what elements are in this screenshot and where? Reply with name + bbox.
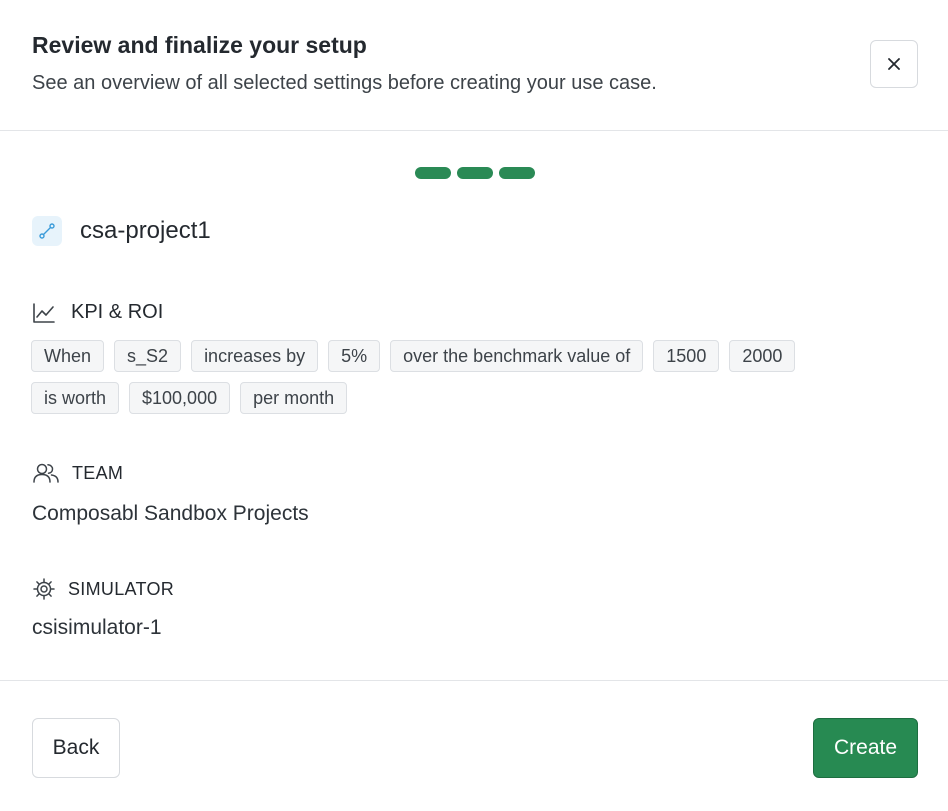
kpi-chip: When [31, 340, 105, 372]
kpi-chip: 5% [328, 340, 381, 372]
trend-chart-icon [33, 302, 55, 323]
dialog-subtitle: See an overview of all selected settings… [32, 72, 657, 94]
kpi-section-header: KPI & ROI [32, 301, 163, 324]
create-button[interactable]: Create [813, 718, 918, 778]
team-section-header: TEAM [32, 462, 123, 484]
kpi-chip-list: When s_S2 increases by 5% over the bench… [31, 340, 891, 414]
step-indicator [457, 167, 493, 179]
kpi-chip: s_S2 [114, 340, 182, 372]
dialog-footer: Back Create [0, 680, 948, 811]
kpi-chip: over the benchmark value of [390, 340, 644, 372]
simulator-value: csisimulator-1 [32, 616, 162, 639]
kpi-section-label: KPI & ROI [71, 301, 164, 323]
review-dialog: Review and finalize your setup See an ov… [0, 0, 948, 811]
step-indicator [499, 167, 535, 179]
dialog-header: Review and finalize your setup See an ov… [0, 0, 948, 131]
project-name: csa-project1 [80, 217, 211, 244]
team-section-label: TEAM [72, 462, 124, 483]
kpi-chip: per month [240, 382, 348, 414]
close-button[interactable] [870, 40, 918, 88]
path-icon [32, 216, 62, 246]
team-value: Composabl Sandbox Projects [32, 502, 309, 525]
simulator-section-label: SIMULATOR [68, 578, 175, 599]
kpi-chip: is worth [31, 382, 120, 414]
back-button[interactable]: Back [32, 718, 120, 778]
simulator-gear-icon [33, 578, 55, 600]
kpi-chip: increases by [191, 340, 319, 372]
kpi-chip: 2000 [729, 340, 796, 372]
close-icon [888, 58, 900, 70]
dialog-title: Review and finalize your setup [32, 32, 367, 58]
kpi-chip: $100,000 [129, 382, 231, 414]
simulator-section-header: SIMULATOR [32, 577, 174, 601]
step-progress [415, 167, 535, 179]
users-icon [33, 463, 59, 483]
step-indicator [415, 167, 451, 179]
project-row: csa-project1 [32, 216, 211, 246]
kpi-chip: 1500 [653, 340, 720, 372]
